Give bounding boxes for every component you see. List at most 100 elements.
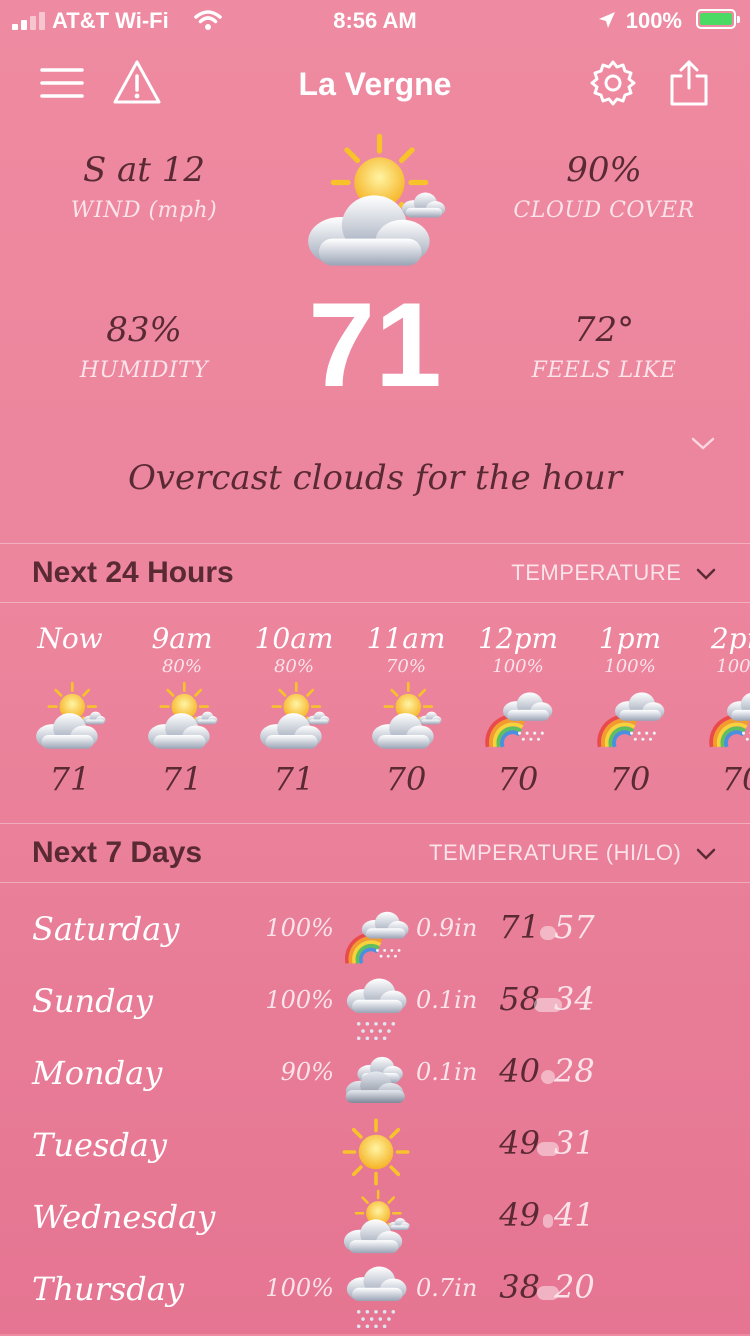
cloudy-icon xyxy=(340,1044,412,1116)
battery-icon xyxy=(696,9,740,29)
hour-temperature: 70 xyxy=(385,760,427,798)
feels-like-value: 72° xyxy=(573,310,635,350)
chevron-down-icon xyxy=(696,848,716,860)
hour-temperature: 71 xyxy=(273,760,315,798)
day-low-temp: 41 xyxy=(554,1196,595,1234)
day-name: Thursday xyxy=(32,1270,184,1308)
hourly-item[interactable]: Now 71 xyxy=(14,622,126,798)
hour-precip-chance xyxy=(14,656,126,680)
day-low-temp: 20 xyxy=(554,1268,595,1306)
day-precip-chance: 100% xyxy=(265,914,334,942)
day-high-temp: 71 xyxy=(499,908,540,946)
hourly-item[interactable]: 9am 80% 71 xyxy=(126,622,238,798)
wind-value: S at 12 xyxy=(82,150,206,190)
day-precip-amount: 0.7in xyxy=(416,1274,478,1302)
snow-cloud-icon xyxy=(340,1260,412,1332)
temp-range-bar xyxy=(543,1214,553,1228)
hour-temperature: 70 xyxy=(497,760,539,798)
hourly-summary: Overcast clouds for the hour xyxy=(127,458,623,498)
hour-time: 11am xyxy=(366,622,446,655)
hourly-item[interactable]: 1pm 100% 70 xyxy=(574,622,686,798)
hour-precip-chance: 80% xyxy=(273,656,314,677)
current-temperature: 71 xyxy=(308,278,442,412)
hourly-item[interactable]: 2pm100% 70 xyxy=(686,622,750,798)
settings-gear-icon[interactable] xyxy=(588,58,638,108)
day-high-temp: 40 xyxy=(499,1052,540,1090)
daily-row[interactable]: Wednesday 49 41 xyxy=(0,1188,750,1258)
daily-row[interactable]: Saturday 100% 0.9in 71 57 xyxy=(0,900,750,970)
hour-precip-chance: 80% xyxy=(161,656,202,677)
hour-temperature: 71 xyxy=(49,760,91,798)
daily-metric-selector[interactable]: TEMPERATURE (HI/LO) xyxy=(429,840,716,866)
partly-cloudy-icon xyxy=(340,1188,412,1260)
cloud-cover-label: CLOUD COVER xyxy=(513,198,695,223)
snow-cloud-icon xyxy=(340,972,412,1044)
hour-precip-chance: 100% xyxy=(716,656,750,677)
day-high-temp: 49 xyxy=(499,1196,540,1234)
hourly-section-header: Next 24 Hours TEMPERATURE xyxy=(0,543,750,603)
daily-row[interactable]: Sunday 100% 0.1in 58 34 xyxy=(0,972,750,1042)
partly-cloudy-icon xyxy=(144,680,220,756)
feels-like-label: FEELS LIKE xyxy=(531,358,677,383)
day-name: Sunday xyxy=(32,982,153,1020)
daily-metric-label: TEMPERATURE (HI/LO) xyxy=(429,840,682,865)
rainbow-rain-icon xyxy=(704,680,750,756)
hourly-item[interactable]: 11am 70% 70 xyxy=(350,622,462,798)
hour-time: 9am xyxy=(151,622,213,655)
temp-range-bar xyxy=(540,1070,556,1084)
daily-row[interactable]: Tuesday 49 31 xyxy=(0,1116,750,1186)
hour-temperature: 70 xyxy=(609,760,651,798)
hourly-item[interactable]: 12pm 100% 70 xyxy=(462,622,574,798)
hourly-metric-selector[interactable]: TEMPERATURE xyxy=(511,560,716,586)
day-name: Tuesday xyxy=(32,1126,167,1164)
hour-temperature: 70 xyxy=(721,760,750,798)
hour-time: 10am xyxy=(254,622,334,655)
partly-cloudy-icon xyxy=(368,680,444,756)
hour-time: 2pm xyxy=(710,622,750,655)
daily-row[interactable]: Thursday 100% 0.7in 38 20 xyxy=(0,1260,750,1330)
day-high-temp: 49 xyxy=(499,1124,540,1162)
hour-time: 1pm xyxy=(598,622,662,655)
hourly-section-title: Next 24 Hours xyxy=(32,556,234,589)
day-high-temp: 38 xyxy=(499,1268,540,1306)
day-precip-amount: 0.1in xyxy=(416,1058,478,1086)
day-precip-chance: 100% xyxy=(265,986,334,1014)
expand-chevron-icon[interactable] xyxy=(690,436,716,452)
day-high-temp: 58 xyxy=(499,980,540,1018)
humidity-value: 83% xyxy=(106,310,182,350)
hour-time: Now xyxy=(37,622,103,655)
day-low-temp: 34 xyxy=(554,980,595,1018)
humidity-label: HUMIDITY xyxy=(79,358,209,383)
hour-precip-chance: 100% xyxy=(492,656,544,677)
rainbow-rain-icon xyxy=(340,900,412,972)
day-precip-amount: 0.1in xyxy=(416,986,478,1014)
rainbow-rain-icon xyxy=(592,680,668,756)
status-bar: AT&T Wi-Fi 8:56 AM 100% xyxy=(0,0,750,40)
battery-percent: 100% xyxy=(625,8,682,33)
location-arrow-icon xyxy=(599,12,615,28)
day-precip-chance: 90% xyxy=(280,1058,334,1086)
hour-precip-chance: 70% xyxy=(385,656,426,677)
rainbow-rain-icon xyxy=(480,680,556,756)
day-low-temp: 28 xyxy=(554,1052,595,1090)
day-name: Saturday xyxy=(32,910,180,948)
hour-time: 12pm xyxy=(477,622,559,655)
hour-precip-chance: 100% xyxy=(604,656,656,677)
partly-cloudy-icon xyxy=(32,680,108,756)
partly-cloudy-icon xyxy=(256,680,332,756)
day-precip-amount: 0.9in xyxy=(416,914,478,942)
day-precip-chance: 100% xyxy=(265,1274,334,1302)
wind-label: WIND (mph) xyxy=(70,198,218,223)
chevron-down-icon xyxy=(696,568,716,580)
day-low-temp: 31 xyxy=(554,1124,595,1162)
daily-row[interactable]: Monday 90% 0.1in 40 28 xyxy=(0,1044,750,1114)
day-name: Wednesday xyxy=(32,1198,216,1236)
sun-icon xyxy=(342,1118,410,1186)
share-icon[interactable] xyxy=(664,58,714,108)
day-name: Monday xyxy=(32,1054,163,1092)
partly-cloudy-icon xyxy=(300,130,450,280)
hour-temperature: 71 xyxy=(161,760,203,798)
hourly-metric-label: TEMPERATURE xyxy=(511,560,682,585)
hourly-item[interactable]: 10am 80% 71 xyxy=(238,622,350,798)
day-low-temp: 57 xyxy=(554,908,595,946)
